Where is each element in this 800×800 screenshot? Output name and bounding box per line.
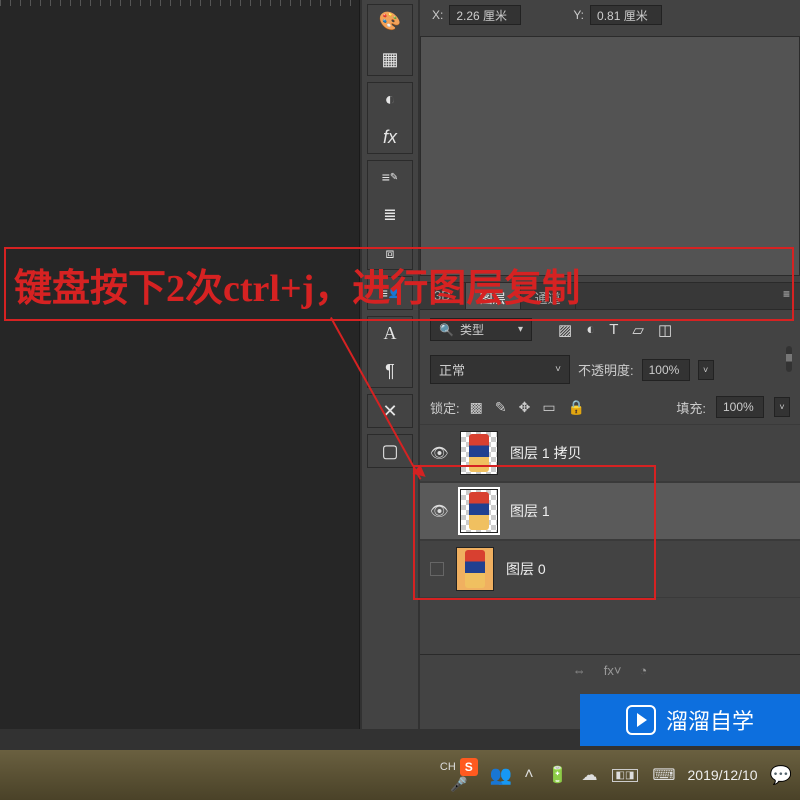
- layer-name[interactable]: 图层 1 拷贝: [510, 443, 582, 463]
- paragraph-icon[interactable]: ¶: [378, 359, 402, 383]
- annotation-box: 键盘按下2次ctrl+j，进行图层复制: [4, 247, 794, 321]
- layer-row[interactable]: 图层 0: [420, 540, 800, 598]
- filter-shape-icon[interactable]: ▱: [632, 321, 644, 339]
- layer-row[interactable]: 👁 图层 1: [420, 482, 800, 540]
- text-a-icon[interactable]: A: [378, 321, 402, 345]
- fill-label: 填充:: [676, 398, 706, 417]
- fill-stepper[interactable]: ˅: [774, 397, 790, 417]
- lock-transparent-icon[interactable]: ▩: [470, 399, 483, 416]
- filter-adjust-icon[interactable]: ◐: [586, 321, 595, 339]
- grid-icon[interactable]: ▦: [378, 47, 402, 71]
- system-tray: ˄ 🔋 ☁ ◧◨ ⌨: [524, 765, 675, 785]
- sogou-icon: S: [460, 758, 478, 776]
- layer-name[interactable]: 图层 0: [506, 559, 546, 579]
- right-panel: X: Y: 3D 图层 通道 ≡ 🔍 类型 ▾ ▨ ◐ T ▱ ◫ 正常 ˅ 不: [420, 0, 800, 729]
- tool-group-2: ◐ fx: [367, 82, 413, 154]
- notification-icon[interactable]: 💬: [770, 765, 792, 786]
- list-brush-icon[interactable]: ≡✎: [378, 165, 402, 189]
- taskbar: CH S 🎤 👥 ˄ 🔋 ☁ ◧◨ ⌨ 2019/12/10 💬: [0, 750, 800, 800]
- blend-mode-value: 正常: [439, 360, 465, 379]
- opacity-stepper[interactable]: ˅: [698, 360, 714, 380]
- blend-row: 正常 ˅ 不透明度: ˅: [420, 349, 800, 390]
- blend-mode-select[interactable]: 正常 ˅: [430, 355, 570, 384]
- layers-list: 👁 图层 1 拷贝 👁 图层 1 图层 0: [420, 424, 800, 598]
- watermark-badge: 溜溜自学: [580, 694, 800, 746]
- x-input[interactable]: [449, 5, 521, 25]
- x-label: X:: [432, 8, 443, 22]
- lock-artboard-icon[interactable]: ▭: [542, 399, 555, 416]
- people-icon[interactable]: 👥: [490, 765, 512, 786]
- ime-indicator[interactable]: CH S 🎤: [440, 758, 478, 793]
- lock-row: 锁定: ▩ ✎ ✥ ▭ 🔒 填充: ˅: [420, 390, 800, 424]
- taskbar-clock[interactable]: 2019/12/10: [688, 767, 758, 784]
- canvas-area[interactable]: [0, 0, 360, 729]
- filter-image-icon[interactable]: ▨: [558, 321, 572, 339]
- tool-column: 🎨 ▦ ◐ fx ≡✎ ≣ ⧈ ≡👤 A ¶ ✕ ▢: [362, 0, 418, 729]
- filter-text-icon[interactable]: T: [609, 321, 618, 339]
- tray-chevron-up-icon[interactable]: ˄: [524, 766, 533, 784]
- y-input[interactable]: [590, 5, 662, 25]
- annotation-text: 键盘按下2次ctrl+j，进行图层复制: [14, 257, 580, 312]
- properties-row: X: Y:: [420, 0, 800, 30]
- taskbar-date: 2019/12/10: [688, 767, 758, 784]
- contrast-icon[interactable]: ◐: [378, 87, 402, 111]
- visibility-eye-icon[interactable]: 👁: [430, 444, 448, 462]
- lock-label: 锁定:: [430, 398, 460, 417]
- watermark-text: 溜溜自学: [666, 704, 754, 736]
- layer-fx-icon[interactable]: fx˅: [604, 663, 622, 678]
- keyboard-icon[interactable]: ⌨: [652, 765, 675, 785]
- visibility-empty-icon[interactable]: [430, 562, 444, 576]
- visibility-eye-icon[interactable]: 👁: [430, 502, 448, 520]
- lock-brush-icon[interactable]: ✎: [495, 399, 507, 416]
- filter-type-select[interactable]: 🔍 类型 ▾: [430, 318, 532, 341]
- opacity-label: 不透明度:: [578, 360, 634, 379]
- chevron-down-icon: ˅: [555, 364, 561, 375]
- search-icon: 🔍: [439, 323, 454, 337]
- opacity-input[interactable]: [642, 359, 690, 381]
- layer-row[interactable]: 👁 图层 1 拷贝: [420, 424, 800, 482]
- layer-thumbnail[interactable]: [460, 489, 498, 533]
- vr-icon[interactable]: ◧◨: [612, 769, 639, 782]
- palette-icon[interactable]: 🎨: [378, 9, 402, 33]
- play-icon: [626, 705, 656, 735]
- layers-empty-area[interactable]: [420, 598, 800, 654]
- layer-thumbnail[interactable]: [456, 547, 494, 591]
- fx-icon[interactable]: fx: [378, 125, 402, 149]
- layer-thumbnail[interactable]: [460, 431, 498, 475]
- chevron-down-icon: ▾: [518, 324, 523, 335]
- lock-move-icon[interactable]: ✥: [519, 399, 531, 416]
- list-icon[interactable]: ≣: [378, 203, 402, 227]
- filter-toggle[interactable]: [786, 346, 792, 372]
- filter-smart-icon[interactable]: ◫: [658, 321, 672, 339]
- ruler: [0, 0, 360, 6]
- link-layers-icon[interactable]: ⇔: [573, 663, 586, 678]
- tool-group-1: 🎨 ▦: [367, 4, 413, 76]
- y-label: Y:: [573, 8, 584, 22]
- layers-footer: ⇔ fx˅ ◔: [420, 654, 800, 686]
- fill-input[interactable]: [716, 396, 764, 418]
- tool-group-5: A ¶: [367, 316, 413, 388]
- filter-kind-icons: ▨ ◐ T ▱ ◫: [558, 321, 672, 339]
- properties-panel-body: [420, 36, 800, 276]
- cloud-icon[interactable]: ☁: [582, 765, 598, 785]
- filter-type-label: 类型: [460, 321, 484, 338]
- mic-icon[interactable]: 🎤: [450, 776, 467, 793]
- layer-name[interactable]: 图层 1: [510, 501, 550, 521]
- ime-lang: CH: [440, 761, 456, 773]
- battery-icon[interactable]: 🔋: [548, 765, 568, 785]
- lock-all-icon[interactable]: 🔒: [568, 399, 585, 416]
- layer-mask-icon[interactable]: ◔: [639, 663, 647, 678]
